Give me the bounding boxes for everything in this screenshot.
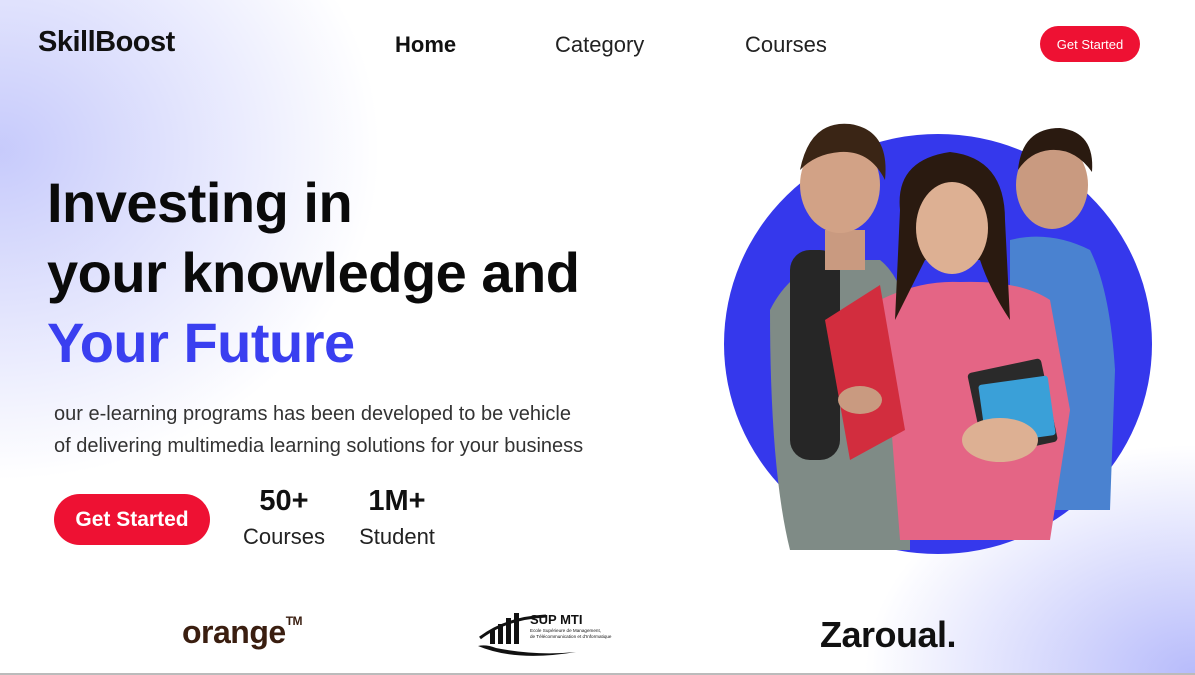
supmti-subtitle-1: Ecole Supérieure de Management, [530, 628, 601, 633]
hero-description-line-1: our e-learning programs has been develop… [54, 403, 572, 425]
orange-wordmark: orange [182, 614, 286, 650]
hero-description: our e-learning programs has been develop… [54, 398, 654, 462]
partner-logo-zaroual: Zaroual. [820, 614, 957, 655]
headline-line-1: Investing in [47, 171, 353, 234]
nav-link-home[interactable]: Home [395, 32, 456, 58]
nav-link-category[interactable]: Category [555, 32, 644, 58]
stat-courses-label: Courses [243, 524, 325, 549]
hero-headline: Investing in your knowledge and Your Fut… [47, 168, 580, 378]
hero-students-image [770, 123, 1115, 550]
hero-get-started-button[interactable]: Get Started [54, 494, 210, 545]
stat-students: 1M+ Student [356, 484, 438, 556]
stat-courses-value: 50+ [259, 485, 309, 517]
partner-logo-orange: orangeTM [182, 614, 303, 651]
headline-accent: Your Future [47, 311, 355, 374]
header-get-started-button[interactable]: Get Started [1040, 26, 1140, 62]
stat-students-label: Student [359, 524, 435, 549]
stat-courses: 50+ Courses [243, 484, 325, 556]
main-nav: Home Category Courses [0, 32, 1195, 60]
nav-link-courses[interactable]: Courses [745, 32, 827, 58]
hero-description-line-2: of delivering multimedia learning soluti… [54, 435, 584, 457]
supmti-subtitle-2: de Télécommunication et d'Informatique [530, 634, 612, 639]
partner-logo-supmti: SUP MTI Ecole Supérieure de Management, … [478, 612, 612, 656]
supmti-title: SUP MTI [530, 612, 583, 627]
orange-trademark: TM [285, 614, 303, 629]
stat-students-value: 1M+ [368, 485, 426, 517]
headline-line-2: your knowledge and [47, 241, 580, 304]
